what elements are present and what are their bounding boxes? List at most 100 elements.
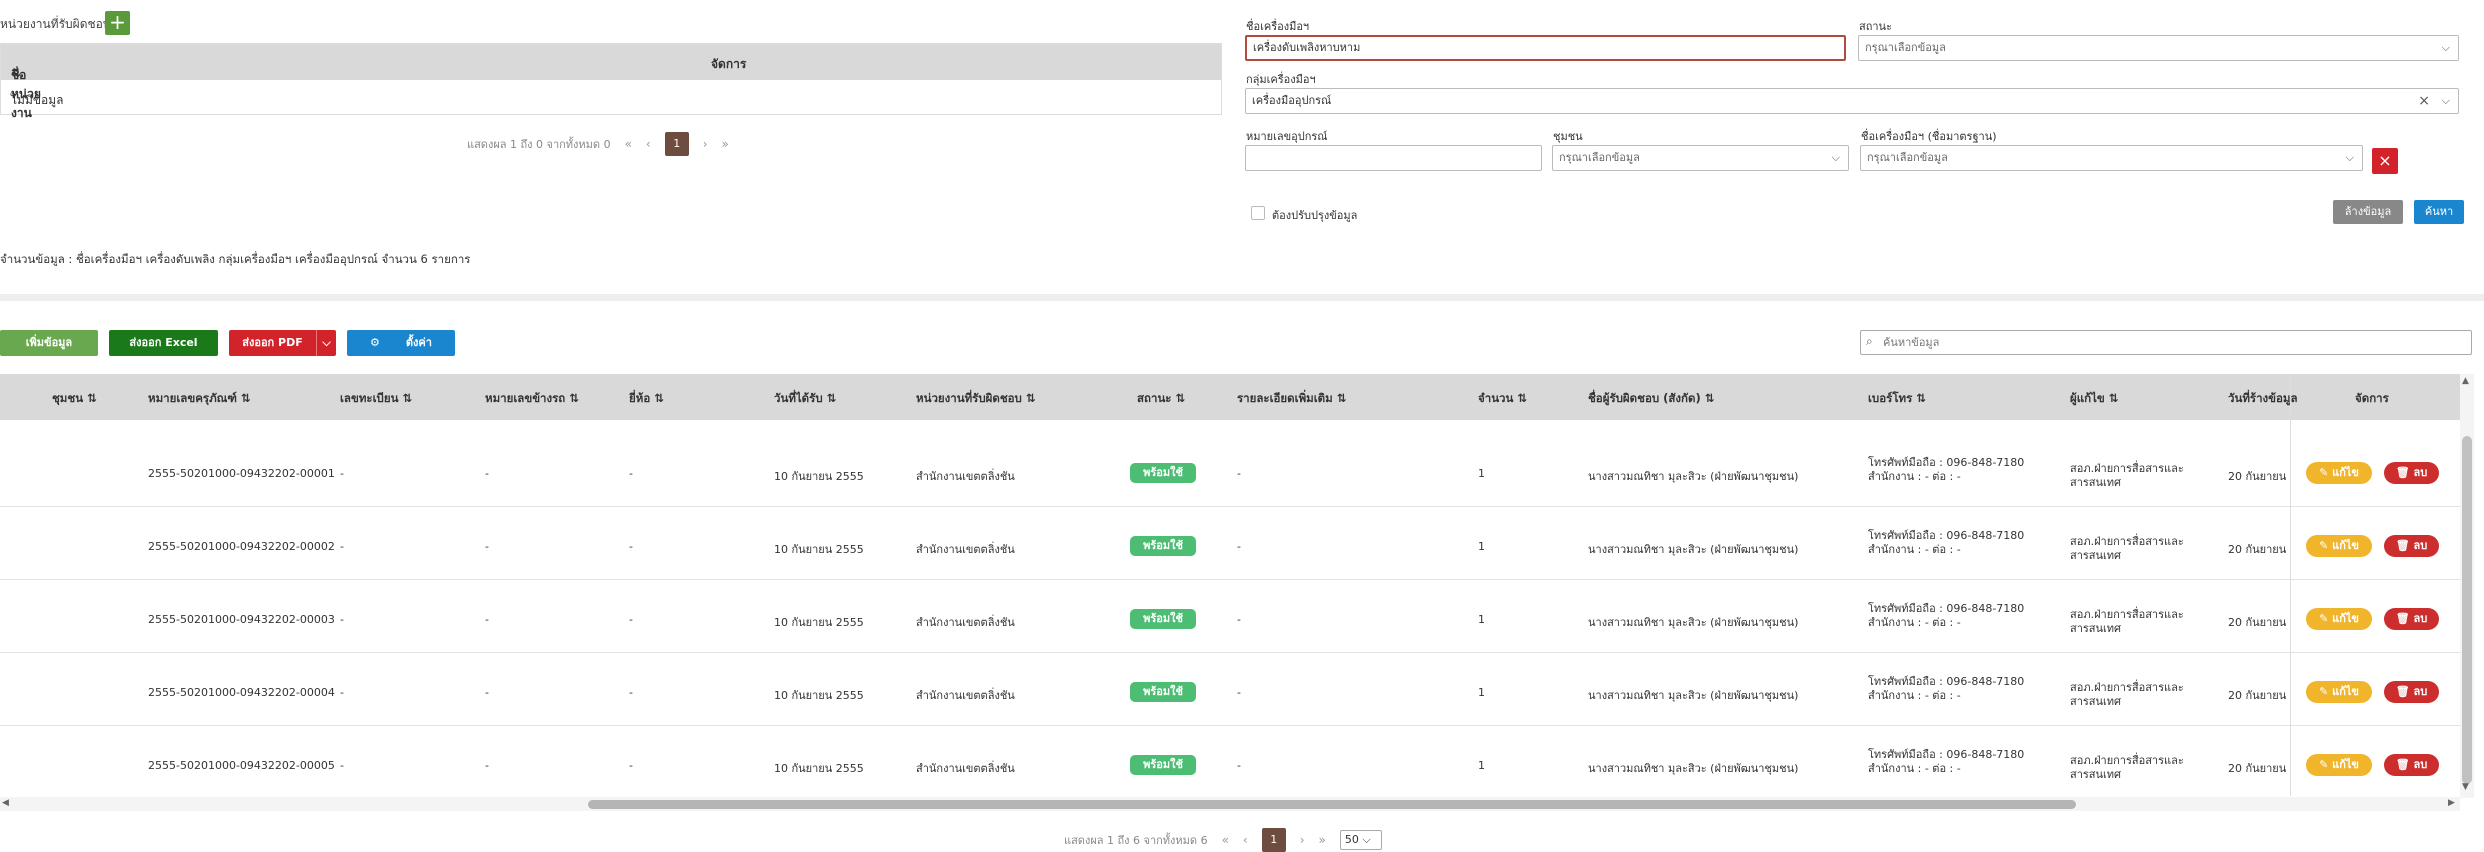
export-pdf-button[interactable]: ส่งออก PDF ⌵ (229, 330, 336, 356)
search-button[interactable]: ค้นหา (2414, 200, 2464, 224)
sort-icon[interactable]: ⇅ (1022, 391, 1036, 405)
sort-icon[interactable]: ⇅ (237, 391, 251, 405)
vertical-scroll-thumb[interactable] (2462, 436, 2472, 784)
delete-label: ลบ (2413, 758, 2428, 771)
delete-button[interactable]: 🗑 ลบ (2384, 462, 2439, 484)
pencil-icon: ✎ (2319, 466, 2329, 479)
column-header[interactable]: ชุมชน ⇅ (52, 390, 97, 408)
column-header[interactable]: เลขทะเบียน ⇅ (340, 390, 412, 408)
cell-created: 20 กันยายน 2 (2228, 762, 2290, 775)
remove-filter-button[interactable]: × (2372, 148, 2398, 174)
sort-icon[interactable]: ⇅ (2105, 391, 2119, 405)
standard-name-select[interactable]: กรุณาเลือกข้อมูล ⌵ (1860, 145, 2363, 171)
sort-icon[interactable]: ⇅ (650, 391, 664, 405)
trash-icon: 🗑 (2395, 685, 2410, 698)
status-placeholder: กรุณาเลือกข้อมูล (1865, 41, 1946, 54)
settings-button[interactable]: ⚙ ตั้งค่า (347, 330, 455, 356)
tool-name-input[interactable]: เครื่องดับเพลิงหาบหาม (1245, 35, 1846, 61)
cell-reg-no: - (340, 540, 344, 553)
column-header[interactable]: หน่วยงานที่รับผิดชอบ ⇅ (916, 390, 1036, 408)
sort-icon[interactable]: ⇅ (1912, 391, 1926, 405)
column-header[interactable]: หมายเลขข้างรถ ⇅ (485, 390, 579, 408)
column-header[interactable]: จำนวน ⇅ (1478, 390, 1527, 408)
delete-button[interactable]: 🗑 ลบ (2384, 754, 2439, 776)
scroll-left-icon[interactable]: ◀ (2, 798, 9, 808)
first-page-icon[interactable]: « (625, 137, 632, 151)
cell-editor2: สารสนเทศ (2070, 476, 2122, 489)
sort-icon[interactable]: ⇅ (565, 391, 579, 405)
agency-table: ชื่อหน่วยงาน ⇅ จัดการ ไม่มีข้อมูล (0, 43, 1222, 120)
prev-page-icon[interactable]: ‹ (1243, 833, 1248, 847)
page-size-select[interactable]: 50 ⌵ (1339, 830, 1382, 850)
cell-received: 10 กันยายน 2555 (774, 616, 864, 629)
chevron-down-icon: ⌵ (2441, 94, 2450, 107)
prev-page-icon[interactable]: ‹ (646, 137, 651, 151)
delete-button[interactable]: 🗑 ลบ (2384, 608, 2439, 630)
status-select[interactable]: กรุณาเลือกข้อมูล ⌵ (1858, 35, 2459, 61)
column-header[interactable]: ยี่ห้อ ⇅ (629, 390, 664, 408)
sort-icon[interactable]: ⇅ (1701, 391, 1715, 405)
standard-name-label: ชื่อเครื่องมือฯ (ชื่อมาตรฐาน) (1861, 130, 1997, 143)
need-update-checkbox[interactable] (1251, 206, 1265, 220)
edit-button[interactable]: ✎ แก้ไข (2306, 462, 2372, 484)
edit-button[interactable]: ✎ แก้ไข (2306, 608, 2372, 630)
need-update-label: ต้องปรับปรุงข้อมูล (1272, 209, 1358, 222)
trash-icon: 🗑 (2395, 612, 2410, 625)
cell-reg-no: - (340, 613, 344, 626)
column-header[interactable]: ชื่อผู้รับผิดชอบ (สังกัด) ⇅ (1588, 390, 1714, 408)
community-select[interactable]: กรุณาเลือกข้อมูล ⌵ (1552, 145, 1849, 171)
chevron-down-icon[interactable]: ⌵ (316, 330, 336, 356)
table-search-input[interactable]: ค้นหาข้อมูล (1860, 330, 2472, 355)
horizontal-scroll-thumb[interactable] (588, 800, 2076, 809)
edit-button[interactable]: ✎ แก้ไข (2306, 754, 2372, 776)
add-agency-button[interactable]: + (105, 11, 130, 35)
next-page-icon[interactable]: › (703, 137, 708, 151)
sort-icon[interactable]: ⇅ (398, 391, 412, 405)
cell-editor2: สารสนเทศ (2070, 695, 2122, 708)
scroll-up-icon[interactable]: ▲ (2462, 376, 2469, 386)
agency-panel-title: หน่วยงานที่รับผิดชอบ (0, 17, 111, 31)
first-page-icon[interactable]: « (1222, 833, 1229, 847)
column-header[interactable]: ผู้แก้ไข ⇅ (2070, 390, 2118, 408)
clear-button[interactable]: ล้างข้อมูล (2333, 200, 2403, 224)
sort-icon[interactable]: ⇅ (1333, 391, 1347, 405)
cell-agency: สำนักงานเขตตลิ่งชัน (916, 543, 1015, 556)
edit-button[interactable]: ✎ แก้ไข (2306, 535, 2372, 557)
table-page-1[interactable]: 1 (1261, 828, 1286, 852)
column-header-label: วันที่ร้างข้อมูล (2228, 391, 2298, 405)
cell-created: 20 กันยายน 2 (2228, 543, 2290, 556)
scroll-right-icon[interactable]: ▶ (2448, 798, 2455, 808)
export-excel-button[interactable]: ส่งออก Excel (109, 330, 218, 356)
equipment-no-input[interactable] (1245, 145, 1542, 171)
column-header[interactable]: วันที่ร้างข้อมูล (2228, 390, 2298, 408)
next-page-icon[interactable]: › (1300, 833, 1305, 847)
cell-brand: - (629, 467, 633, 480)
sort-icon[interactable]: ⇅ (1171, 391, 1185, 405)
cell-phone2: สำนักงาน : - ต่อ : - (1868, 689, 1961, 702)
sort-icon[interactable]: ⇅ (83, 391, 97, 405)
column-header[interactable]: รายละเอียดเพิ่มเติม ⇅ (1237, 390, 1346, 408)
last-page-icon[interactable]: » (722, 137, 729, 151)
sort-icon[interactable]: ⇅ (823, 391, 837, 405)
cell-side-no: - (485, 759, 489, 772)
group-select[interactable]: เครื่องมืออุปกรณ์ × ⌵ (1245, 88, 2459, 114)
column-header[interactable]: สถานะ ⇅ (1137, 390, 1185, 408)
delete-button[interactable]: 🗑 ลบ (2384, 535, 2439, 557)
summary-text: จำนวนข้อมูล : ชื่อเครื่องมือฯ เครื่องดับ… (0, 252, 471, 266)
delete-button[interactable]: 🗑 ลบ (2384, 681, 2439, 703)
last-page-icon[interactable]: » (1319, 833, 1326, 847)
agency-page-1[interactable]: 1 (664, 132, 689, 156)
delete-label: ลบ (2413, 466, 2428, 479)
cell-brand: - (629, 686, 633, 699)
clear-icon[interactable]: × (2418, 89, 2430, 113)
column-header[interactable]: หมายเลขครุภัณฑ์ ⇅ (148, 390, 251, 408)
edit-button[interactable]: ✎ แก้ไข (2306, 681, 2372, 703)
cell-owner: นางสาวมณทิชา มุละสิวะ (ฝ่ายพัฒนาชุมชน) (1588, 543, 1799, 556)
add-data-button[interactable]: เพิ่มข้อมูล (0, 330, 98, 356)
scroll-down-icon[interactable]: ▼ (2462, 782, 2469, 792)
sort-icon[interactable]: ⇅ (1513, 391, 1527, 405)
sort-icon[interactable]: ⇅ (11, 66, 21, 80)
column-header[interactable]: เบอร์โทร ⇅ (1868, 390, 1926, 408)
column-header[interactable]: จัดการ (2355, 390, 2389, 408)
column-header[interactable]: วันที่ได้รับ ⇅ (774, 390, 836, 408)
